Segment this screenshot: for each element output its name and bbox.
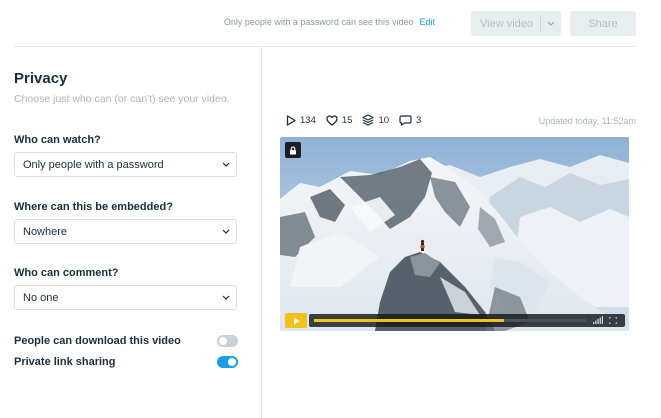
updated-timestamp: Updated today, 11:52am [538, 116, 636, 126]
share-button[interactable]: Share [570, 11, 636, 36]
private-link-row: Private link sharing [14, 354, 238, 370]
play-button[interactable] [285, 313, 307, 328]
who-can-watch-value: Only people with a password [23, 158, 164, 171]
download-label: People can download this video [14, 335, 181, 347]
chevron-down-icon [216, 229, 236, 234]
toggle-knob [228, 358, 236, 366]
download-row: People can download this video [14, 333, 238, 349]
likes-stat: 15 [326, 114, 353, 126]
layers-icon [362, 114, 375, 126]
download-toggle[interactable] [217, 335, 238, 347]
fullscreen-icon[interactable] [609, 317, 617, 324]
heart-icon [326, 114, 338, 126]
plays-count: 134 [300, 114, 316, 126]
header-divider [14, 46, 636, 47]
collections-stat: 10 [362, 114, 389, 126]
play-icon [293, 317, 299, 324]
password-note-text: Only people with a password can see this… [223, 17, 414, 27]
privacy-panel: Privacy Choose just who can (or can't) s… [14, 70, 238, 105]
page-subtitle: Choose just who can (or can't) see your … [14, 93, 230, 105]
volume-icon[interactable] [593, 316, 603, 324]
video-stats: 134 15 10 3 [286, 113, 431, 127]
comment-label: Who can comment? [14, 267, 119, 279]
page-title: Privacy [14, 70, 68, 87]
private-link-toggle[interactable] [217, 356, 238, 368]
comment-icon [399, 114, 412, 126]
video-thumbnail [280, 137, 629, 331]
view-video-label: View video [480, 17, 533, 30]
who-can-watch-select[interactable]: Only people with a password [14, 152, 237, 177]
comments-stat: 3 [399, 115, 421, 126]
lock-icon [285, 142, 301, 158]
plays-stat: 134 [286, 115, 316, 126]
password-note: Only people with a password can see this… [224, 17, 435, 27]
panel-divider [261, 47, 262, 418]
progress-track[interactable] [314, 319, 586, 322]
player-controls [285, 313, 307, 328]
progress-fill [314, 319, 505, 322]
collections-count: 10 [378, 114, 390, 126]
embed-value: Nowhere [23, 225, 68, 238]
top-bar: Only people with a password can see this… [0, 0, 661, 46]
comments-count: 3 [416, 114, 422, 126]
edit-link[interactable]: Edit [419, 17, 435, 27]
play-icon [286, 114, 296, 126]
view-video-button[interactable]: View video [471, 11, 561, 36]
comment-value: No one [23, 291, 59, 304]
embed-label: Where can this be embedded? [14, 201, 173, 213]
private-link-label: Private link sharing [14, 356, 116, 368]
chevron-down-icon [216, 295, 236, 300]
progress-bar[interactable] [309, 314, 625, 327]
comment-select[interactable]: No one [14, 285, 237, 310]
chevron-down-icon [216, 162, 236, 167]
likes-count: 15 [341, 114, 353, 126]
who-can-watch-label: Who can watch? [14, 134, 101, 146]
chevron-down-icon[interactable] [541, 21, 561, 26]
toggle-knob [219, 337, 227, 345]
video-player[interactable] [280, 137, 629, 331]
embed-select[interactable]: Nowhere [14, 219, 237, 244]
